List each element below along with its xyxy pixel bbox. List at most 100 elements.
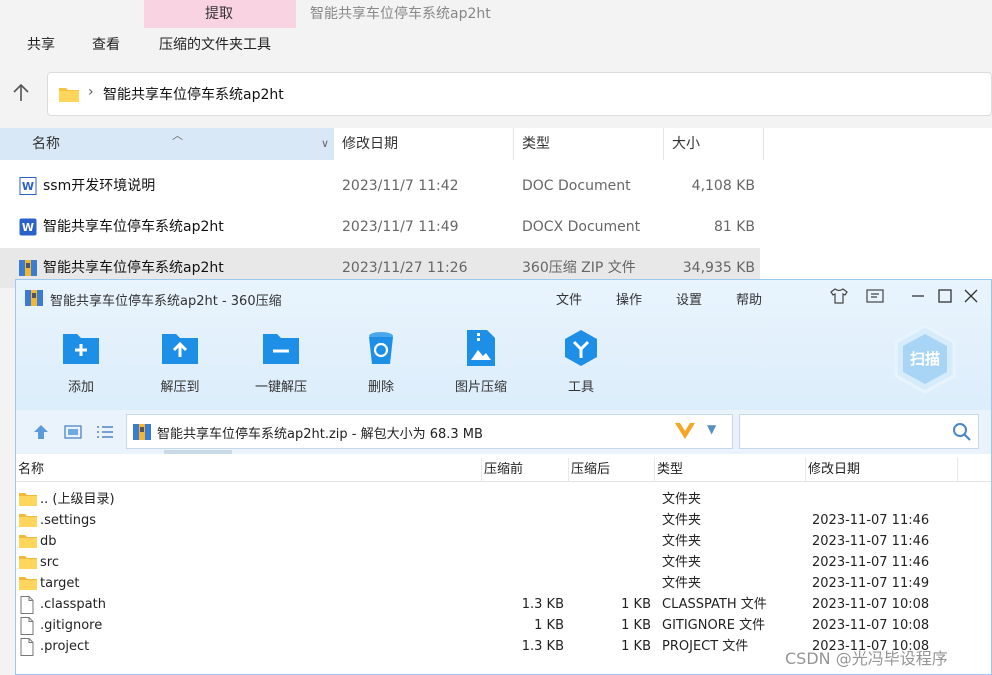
archive-entry-row[interactable]: .gitignore 1 KB 1 KB GITIGNORE 文件 2023-11-07… — [16, 615, 991, 636]
entry-size-after — [569, 531, 651, 552]
tools-icon — [565, 330, 597, 366]
compress-nav-bar: 智能共享车位停车系统ap2ht.zip - 解包大小为 68.3 MB ▼ — [16, 410, 991, 454]
column-header-type[interactable]: 类型 — [655, 458, 806, 482]
entry-date: 2023-11-07 11:46 — [812, 555, 930, 570]
ribbon-view[interactable]: 查看 — [92, 33, 120, 57]
feedback-icon[interactable] — [866, 287, 884, 305]
column-header-type[interactable]: 类型 — [514, 128, 664, 160]
chevron-down-icon[interactable]: ∨ — [316, 128, 334, 160]
entry-size-before: 1 KB — [534, 618, 564, 633]
zip-archive-icon — [25, 290, 43, 306]
column-header-date[interactable]: 修改日期 — [334, 128, 514, 160]
image-compress-button[interactable]: 图片压缩 — [436, 328, 526, 398]
list-view-icon[interactable] — [96, 423, 114, 441]
search-box[interactable] — [739, 414, 979, 449]
entry-size-after: 1 KB — [621, 618, 651, 633]
explorer-window-title: 智能共享车位停车系统ap2ht — [310, 6, 491, 22]
entry-name: .classpath — [40, 597, 106, 612]
archive-path-bar[interactable]: 智能共享车位停车系统ap2ht.zip - 解包大小为 68.3 MB ▼ — [126, 414, 733, 449]
entry-name: .settings — [40, 513, 96, 528]
archive-entry-row[interactable]: target 文件夹 2023-11-07 11:49 — [16, 573, 991, 594]
chevron-down-icon[interactable]: ▼ — [707, 422, 716, 436]
delete-icon — [369, 332, 393, 364]
tools-button[interactable]: 工具 — [536, 328, 626, 398]
search-icon[interactable] — [952, 422, 972, 442]
column-header-name[interactable]: 名称 — [16, 458, 482, 482]
file-icon — [20, 596, 34, 614]
extract-to-label: 解压到 — [160, 380, 200, 395]
entry-size-after — [569, 489, 651, 510]
file-row[interactable]: W ssm开发环境说明 2023/11/7 11:42 DOC Document… — [0, 166, 760, 206]
entry-name: db — [40, 534, 57, 549]
verified-v-icon[interactable] — [673, 420, 697, 442]
column-header-name[interactable]: 名称 ︿ — [0, 128, 316, 160]
ribbon-tab-extract[interactable]: 提取 — [144, 0, 294, 28]
folder-icon — [19, 577, 37, 590]
entry-size-after — [569, 552, 651, 573]
file-row[interactable]: W 智能共享车位停车系统ap2ht 2023/11/7 11:49 DOCX D… — [0, 207, 760, 247]
add-icon — [63, 334, 99, 364]
column-header-size[interactable]: 大小 — [664, 128, 764, 160]
extract-to-icon — [162, 334, 198, 364]
menu-file[interactable]: 文件 — [556, 289, 582, 308]
column-header-after[interactable]: 压缩后 — [569, 458, 655, 482]
column-header-before[interactable]: 压缩前 — [482, 458, 569, 482]
archive-path-text: 智能共享车位停车系统ap2ht.zip - 解包大小为 68.3 MB — [157, 427, 483, 442]
entry-size-after: 1 KB — [621, 639, 651, 654]
file-size: 81 KB — [713, 219, 755, 235]
ribbon-compressed-folder-tools[interactable]: 压缩的文件夹工具 — [159, 33, 271, 57]
archive-entry-row[interactable]: .settings 文件夹 2023-11-07 11:46 — [16, 510, 991, 531]
archive-entry-row[interactable]: src 文件夹 2023-11-07 11:46 — [16, 552, 991, 573]
minimize-icon[interactable] — [909, 287, 927, 305]
menu-operation[interactable]: 操作 — [616, 289, 642, 308]
archive-entry-row[interactable]: .classpath 1.3 KB 1 KB CLASSPATH 文件 2023-11-… — [16, 594, 991, 615]
extract-to-button[interactable]: 解压到 — [135, 328, 225, 398]
svg-text:W: W — [22, 180, 34, 193]
file-date: 2023/11/7 11:49 — [342, 219, 459, 235]
close-icon[interactable] — [962, 287, 980, 305]
image-compress-icon — [467, 330, 495, 366]
one-click-extract-icon — [263, 334, 299, 364]
entry-size-before — [482, 573, 564, 594]
entry-type: PROJECT 文件 — [662, 639, 749, 654]
folder-icon — [59, 88, 79, 102]
entry-name: target — [40, 576, 80, 591]
zip-archive-icon — [19, 260, 37, 276]
entry-date: 2023-11-07 11:46 — [812, 534, 930, 549]
folder-icon — [19, 514, 37, 527]
archive-entry-row[interactable]: db 文件夹 2023-11-07 11:46 — [16, 531, 991, 552]
entry-size-after — [569, 510, 651, 531]
scan-label: 扫描 — [910, 350, 940, 368]
menu-settings[interactable]: 设置 — [676, 289, 702, 308]
scan-shield-icon[interactable]: 扫描 — [892, 324, 958, 394]
entry-type: 文件夹 — [662, 555, 702, 570]
menu-help[interactable]: 帮助 — [736, 289, 762, 308]
entry-date: 2023-11-07 11:49 — [812, 576, 930, 591]
address-bar[interactable]: › 智能共享车位停车系统ap2ht — [47, 72, 992, 116]
entry-type: CLASSPATH 文件 — [662, 597, 767, 612]
zip-archive-icon — [133, 424, 151, 440]
skin-shirt-icon[interactable] — [830, 287, 848, 305]
file-date: 2023/11/7 11:42 — [342, 178, 459, 194]
thumbnail-view-icon[interactable] — [64, 423, 82, 441]
file-type: DOCX Document — [522, 219, 641, 235]
up-level-icon[interactable] — [32, 423, 50, 441]
svg-text:W: W — [22, 221, 34, 234]
column-header-date[interactable]: 修改日期 — [806, 458, 958, 482]
search-input[interactable] — [744, 419, 944, 444]
one-click-extract-button[interactable]: 一键解压 — [236, 328, 326, 398]
add-label: 添加 — [67, 380, 94, 395]
delete-button[interactable]: 删除 — [336, 328, 426, 398]
file-size: 4,108 KB — [691, 178, 755, 194]
file-icon — [20, 638, 34, 656]
archive-entry-row[interactable]: .. (上级目录) 文件夹 — [16, 489, 991, 510]
scroll-indicator — [164, 450, 232, 454]
word-docx-icon: W — [19, 218, 37, 236]
archive-list-header: 名称 压缩前 压缩后 类型 修改日期 — [16, 458, 991, 482]
entry-type: 文件夹 — [662, 576, 702, 591]
add-button[interactable]: 添加 — [36, 328, 126, 398]
ribbon-share[interactable]: 共享 — [27, 33, 55, 57]
maximize-icon[interactable] — [936, 287, 954, 305]
up-arrow-icon[interactable] — [10, 82, 32, 104]
file-type: DOC Document — [522, 178, 631, 194]
